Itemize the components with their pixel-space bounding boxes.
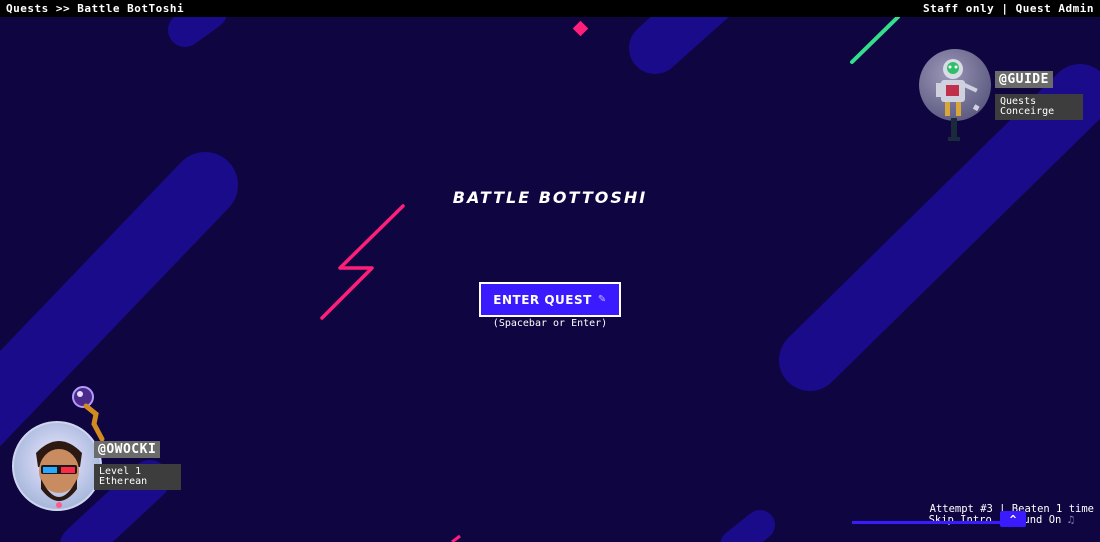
music-note-icon: ♫	[1067, 514, 1074, 526]
breadcrumb[interactable]: Quests >> Battle BotToshi	[6, 2, 184, 15]
pink-lightning	[320, 204, 405, 320]
guide-stand-icon	[948, 118, 960, 141]
player-rank-name: Etherean	[99, 476, 148, 487]
pink-dash-bottom	[451, 534, 461, 542]
player-portrait	[36, 441, 82, 508]
guide-role: Quests Conceirge	[995, 94, 1083, 120]
pink-diamond	[572, 20, 589, 37]
scroll-to-top-button[interactable]: ^	[1000, 511, 1026, 527]
guide-handle[interactable]: @GUIDE	[995, 71, 1053, 88]
bg-stripe-bottom-right	[720, 510, 775, 542]
topbar-separator: |	[1001, 2, 1009, 15]
top-bar: Quests >> Battle BotToshi Staff only | Q…	[0, 0, 1100, 17]
robot-icon	[936, 59, 980, 116]
enter-hint: (Spacebar or Enter)	[492, 318, 608, 329]
guide-role-line-2: Conceirge	[1000, 106, 1055, 117]
enter-quest-label: ENTER QUEST	[493, 292, 592, 307]
quest-admin-link[interactable]: Quest Admin	[1016, 2, 1094, 15]
pencil-icon: ✎	[597, 294, 607, 305]
staff-only-link[interactable]: Staff only	[923, 2, 994, 15]
skip-intro-link[interactable]: Skip Intro	[929, 514, 992, 526]
guide-avatar	[919, 49, 991, 121]
quest-title: BATTLE BOTTOSHI	[452, 188, 648, 207]
admin-links: Staff only | Quest Admin	[923, 2, 1094, 15]
green-neon-line	[850, 15, 900, 64]
enter-quest-button[interactable]: ENTER QUEST ✎	[479, 282, 621, 317]
player-avatar[interactable]	[12, 421, 102, 511]
progress-bar	[852, 521, 1012, 524]
player-handle[interactable]: @OWOCKI	[94, 441, 161, 458]
player-rank: Level 1 Etherean	[94, 464, 181, 490]
